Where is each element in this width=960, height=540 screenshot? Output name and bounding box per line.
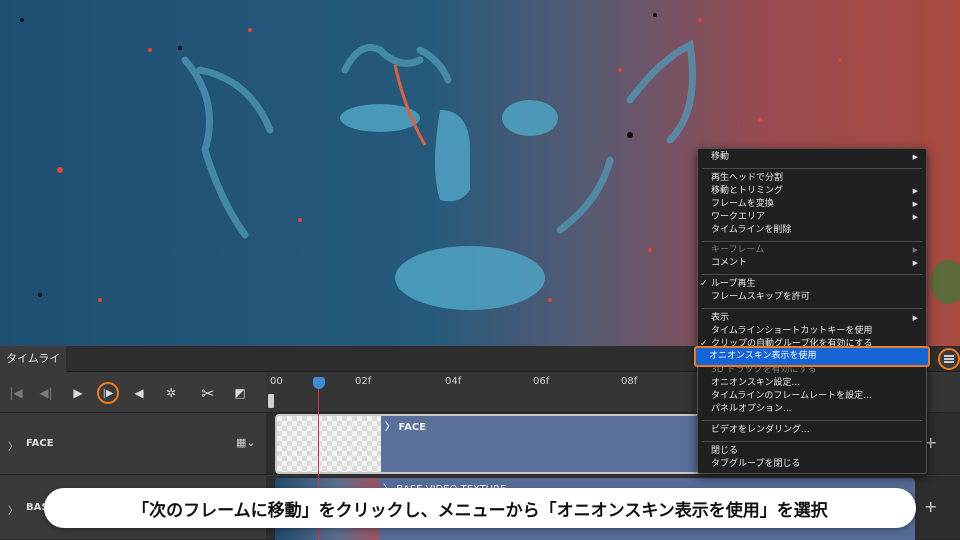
first-frame-icon: |◀	[9, 386, 23, 400]
menu-item-split-at-playhead[interactable]: 再生ヘッドで分割	[698, 172, 926, 185]
audio-button[interactable]: ◀	[126, 373, 152, 413]
ruler-tick-label: 04f	[445, 376, 462, 387]
ruler-tick-label: 02f	[355, 376, 372, 387]
playhead-handle[interactable]	[313, 377, 325, 389]
menu-item-transform-frame[interactable]: フレームを変換 ▶	[698, 198, 926, 211]
clip-thumbnail	[277, 416, 381, 472]
submenu-arrow-icon: ▶	[912, 187, 918, 195]
menu-item-panel-options[interactable]: パネルオプション...	[698, 403, 926, 416]
submenu-arrow-icon: ▶	[912, 314, 918, 322]
transition-button[interactable]: ◩	[227, 373, 253, 413]
submenu-arrow-icon: ▶	[912, 246, 918, 254]
add-media-icon[interactable]: +	[924, 497, 937, 516]
next-frame-icon: |▶	[97, 382, 119, 404]
audio-icon: ◀	[134, 386, 144, 400]
menu-separator	[702, 168, 922, 169]
timeline-panel-menu: 移動 ▶ 再生ヘッドで分割 移動とトリミング ▶ フレームを変換 ▶ ワークエリア ▶ …	[697, 148, 927, 474]
submenu-arrow-icon: ▶	[912, 259, 918, 267]
checkmark-icon: ✓	[700, 279, 708, 289]
menu-item-close[interactable]: 閉じる	[698, 445, 926, 458]
prev-frame-button[interactable]: ◀|	[33, 373, 59, 413]
menu-item-use-onion-skins[interactable]: オニオンスキン表示を使用	[694, 346, 930, 367]
menu-item-onion-skin-settings[interactable]: オニオンスキン設定...	[698, 377, 926, 390]
menu-item-work-area[interactable]: ワークエリア ▶	[698, 211, 926, 224]
work-area-start-handle[interactable]	[268, 394, 274, 408]
menu-item-render-video[interactable]: ビデオをレンダリング...	[698, 424, 926, 437]
menu-separator	[702, 241, 922, 242]
menu-separator	[702, 274, 922, 275]
menu-item-use-timeline-shortcuts[interactable]: タイムラインショートカットキーを使用	[698, 325, 926, 338]
instruction-caption: 「次のフレームに移動」をクリックし、メニューから「オニオンスキン表示を使用」を選…	[44, 488, 916, 528]
menu-separator	[702, 441, 922, 442]
menu-item-loop-playback[interactable]: ✓ ループ再生	[698, 278, 926, 291]
split-button[interactable]: ✂	[195, 373, 221, 413]
menu-separator	[702, 420, 922, 421]
menu-item-close-tab-group[interactable]: タブグループを閉じる	[698, 458, 926, 471]
play-button[interactable]: ▶	[65, 373, 91, 413]
ruler-tick-label: 06f	[533, 376, 550, 387]
menu-item-show[interactable]: 表示 ▶	[698, 312, 926, 325]
submenu-arrow-icon: ▶	[912, 200, 918, 208]
tab-timeline[interactable]: タイムライン	[0, 346, 66, 391]
menu-separator	[702, 308, 922, 309]
prev-frame-icon: ◀|	[39, 386, 53, 400]
scissors-icon: ✂	[201, 383, 215, 403]
next-frame-button[interactable]: |▶	[95, 373, 121, 413]
menu-item-allow-frame-skipping[interactable]: フレームスキップを許可	[698, 291, 926, 304]
menu-item-label: オニオンスキン表示を使用	[709, 351, 817, 361]
submenu-arrow-icon: ▶	[912, 213, 918, 221]
track-header-face[interactable]: 〉 FACE ▦⌄	[0, 413, 266, 475]
menu-item-move[interactable]: 移動 ▶	[698, 151, 926, 164]
ruler-tick-label: 08f	[621, 376, 638, 387]
hamburger-icon	[944, 355, 954, 363]
track-name: FACE	[26, 438, 54, 449]
panel-menu-button[interactable]	[938, 348, 960, 370]
menu-item-delete-timeline[interactable]: タイムラインを削除	[698, 224, 926, 237]
transition-icon: ◩	[234, 386, 246, 400]
expand-chevron-icon[interactable]: 〉	[8, 438, 18, 453]
clip-label: 〉 FACE	[385, 422, 427, 433]
menu-item-set-frame-rate[interactable]: タイムラインのフレームレートを設定...	[698, 390, 926, 403]
expand-chevron-icon[interactable]: 〉	[8, 502, 18, 517]
settings-icon: ✲	[165, 386, 177, 400]
first-frame-button[interactable]: |◀	[3, 373, 29, 413]
menu-item-move-and-trim[interactable]: 移動とトリミング ▶	[698, 185, 926, 198]
submenu-arrow-icon: ▶	[912, 153, 918, 161]
ruler-tick-label: 00	[270, 376, 283, 387]
play-icon: ▶	[73, 386, 83, 400]
menu-item-keyframes: キーフレーム ▶	[711, 245, 918, 255]
menu-item-comments[interactable]: コメント ▶	[698, 257, 926, 270]
film-strip-icon[interactable]: ▦⌄	[236, 436, 256, 449]
playback-controls: |◀ ◀| ▶ |▶ ◀ ✲ ✂ ◩	[0, 373, 266, 413]
settings-button[interactable]: ✲	[158, 373, 184, 413]
